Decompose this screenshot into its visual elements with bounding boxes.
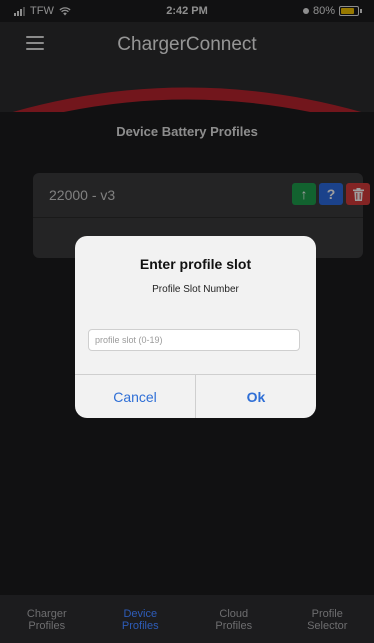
profile-slot-input[interactable]: [88, 329, 300, 351]
tab-bar: Charger Profiles Device Profiles Cloud Prof…: [0, 595, 374, 643]
tab-profile-selector[interactable]: Profile Selector: [281, 595, 374, 643]
tab-device-profiles[interactable]: Device Profiles: [94, 595, 188, 643]
cancel-button[interactable]: Cancel: [75, 375, 195, 418]
tab-cloud-profiles[interactable]: Cloud Profiles: [187, 595, 281, 643]
tab-label-line1: Profile: [311, 608, 343, 620]
tab-charger-profiles[interactable]: Charger Profiles: [0, 595, 94, 643]
dialog-title: Enter profile slot: [139, 256, 252, 272]
tab-label-line1: Cloud: [219, 608, 249, 620]
tab-label-line1: Charger: [26, 608, 67, 620]
tab-label-line2: Profiles: [28, 620, 66, 632]
ok-button[interactable]: Ok: [196, 375, 316, 418]
dialog-message: Profile Slot Number: [152, 284, 239, 295]
tab-label-line2: Selector: [307, 620, 348, 632]
tab-label-line2: Profiles: [215, 620, 253, 632]
profile-slot-dialog: Enter profile slot Profile Slot Number C…: [75, 236, 316, 418]
tab-label-line2: Profiles: [121, 620, 159, 632]
app-screen: TFW 2:42 PM 80% ChargerConnect Device Ba…: [0, 0, 374, 643]
tab-label-line1: Device: [123, 608, 158, 620]
